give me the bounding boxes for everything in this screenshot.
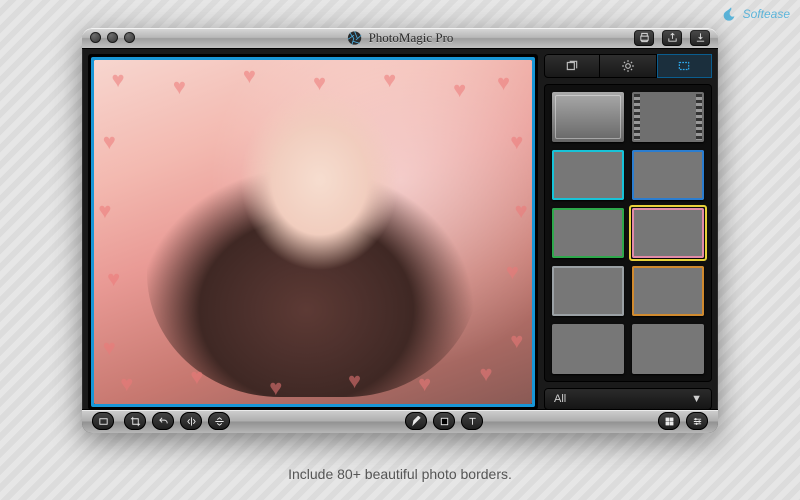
frame-film[interactable] [632,92,704,142]
brand-watermark: Softease [723,6,790,22]
brush-icon [411,416,422,427]
window-controls [90,32,135,43]
frame-plain-2[interactable] [632,324,704,374]
crop-button[interactable] [124,412,146,430]
flip-v-icon [214,416,225,427]
fit-screen-button[interactable] [92,412,114,430]
bottom-toolbar [82,410,718,433]
panel-tabs [544,54,712,78]
filter-dropdown[interactable]: All ▼ [544,388,712,410]
tab-layers[interactable] [544,54,600,78]
frame-plain-1[interactable] [552,324,624,374]
canvas-frame [91,57,535,407]
caption: Include 80+ beautiful photo borders. [0,466,800,482]
download-button[interactable] [690,30,710,46]
flip-h-icon [186,416,197,427]
download-icon [695,32,706,43]
aperture-icon [347,30,363,46]
undo-icon [158,416,169,427]
frame-cyan[interactable] [552,150,624,200]
brightness-icon [621,59,635,73]
brush-button[interactable] [405,412,427,430]
frames-grid [544,84,712,382]
zoom-button[interactable] [124,32,135,43]
side-panel: All ▼ [544,54,712,410]
frame-blue[interactable] [632,150,704,200]
frame-pink[interactable] [632,208,704,258]
undo-button[interactable] [152,412,174,430]
grid-button[interactable] [658,412,680,430]
close-button[interactable] [90,32,101,43]
share-button[interactable] [662,30,682,46]
print-icon [639,32,650,43]
canvas[interactable]: ♥♥ ♥♥ ♥♥ ♥ ♥♥ ♥♥ ♥♥ ♥♥ ♥♥ ♥♥ ♥♥ [88,54,538,410]
sliders-icon [692,416,703,427]
watermark-text: Softease [743,7,790,21]
frame-icon [677,59,691,73]
share-icon [667,32,678,43]
text-button[interactable] [461,412,483,430]
frame-green[interactable] [552,208,624,258]
frame-gray[interactable] [552,266,624,316]
chevron-down-icon: ▼ [691,393,702,405]
flip-h-button[interactable] [180,412,202,430]
app-title-text: PhotoMagic Pro [369,30,454,46]
fill-icon [439,416,450,427]
text-icon [467,416,478,427]
frame-fade[interactable] [552,92,624,142]
titlebar: PhotoMagic Pro [82,28,718,48]
minimize-button[interactable] [107,32,118,43]
filter-value: All [554,393,566,405]
tab-adjust[interactable] [600,54,656,78]
content-area: ♥♥ ♥♥ ♥♥ ♥ ♥♥ ♥♥ ♥♥ ♥♥ ♥♥ ♥♥ ♥♥ [82,48,718,410]
grid-icon [664,416,675,427]
app-window: PhotoMagic Pro ♥♥ ♥♥ ♥♥ ♥ ♥♥ ♥♥ ♥♥ ♥♥ [82,28,718,433]
tab-frames[interactable] [657,54,712,78]
fill-button[interactable] [433,412,455,430]
fit-icon [98,416,109,427]
frame-orange[interactable] [632,266,704,316]
flip-v-button[interactable] [208,412,230,430]
print-button[interactable] [634,30,654,46]
flame-icon [723,6,739,22]
layers-icon [565,59,579,73]
settings-button[interactable] [686,412,708,430]
app-title: PhotoMagic Pro [347,30,454,46]
crop-icon [130,416,141,427]
